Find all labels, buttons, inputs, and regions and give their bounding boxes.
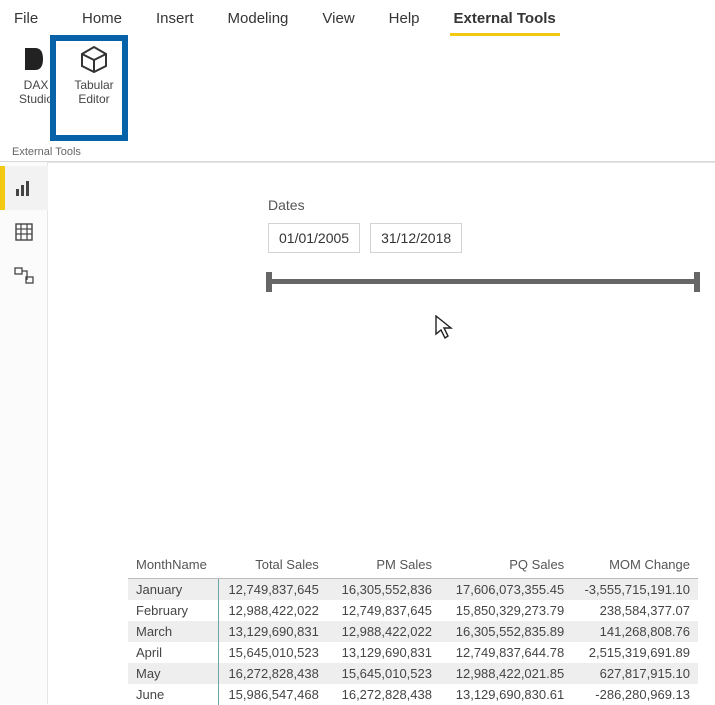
col-total: Total Sales: [218, 551, 326, 579]
table-body: January 12,749,837,645 16,305,552,836 17…: [128, 579, 698, 705]
menubar: File Home Insert Modeling View Help Exte…: [0, 0, 715, 36]
table-row[interactable]: April 15,645,010,523 13,129,690,831 12,7…: [128, 642, 698, 663]
menu-help[interactable]: Help: [375, 2, 434, 35]
date-from-input[interactable]: 01/01/2005: [268, 223, 360, 253]
dax-studio-icon: [19, 42, 53, 76]
cell-mom: 141,268,808.76: [572, 621, 698, 642]
slider-handle-left[interactable]: [266, 272, 272, 292]
col-pm: PM Sales: [327, 551, 440, 579]
cell-mom: 238,584,377.07: [572, 600, 698, 621]
model-view-icon: [14, 267, 34, 285]
tabular-editor-icon: [77, 42, 111, 76]
ribbon-group-external-tools: DAX Studio Tabular Editor: [8, 38, 122, 109]
date-slider[interactable]: [268, 273, 698, 289]
cell-month: June: [128, 684, 218, 705]
cell-pm: 13,129,690,831: [327, 642, 440, 663]
cell-pq: 15,850,329,273.79: [440, 600, 572, 621]
cell-pm: 16,305,552,836: [327, 579, 440, 601]
slicer-title: Dates: [268, 197, 698, 213]
cursor-icon: [435, 315, 455, 344]
report-view-button[interactable]: [0, 166, 48, 210]
sales-table[interactable]: MonthName Total Sales PM Sales PQ Sales …: [128, 551, 698, 705]
data-view-icon: [15, 223, 33, 241]
dax-studio-label-1: DAX: [24, 78, 49, 92]
ribbon-group-label: External Tools: [12, 146, 81, 158]
dax-studio-button[interactable]: DAX Studio: [8, 38, 64, 109]
cell-pq: 12,988,422,021.85: [440, 663, 572, 684]
menu-modeling[interactable]: Modeling: [214, 2, 303, 35]
table-header-row: MonthName Total Sales PM Sales PQ Sales …: [128, 551, 698, 579]
report-view-icon: [15, 179, 33, 197]
table-row[interactable]: March 13,129,690,831 12,988,422,022 16,3…: [128, 621, 698, 642]
cell-month: March: [128, 621, 218, 642]
ribbon: DAX Studio Tabular Editor External Tools: [0, 36, 715, 146]
tabular-editor-button[interactable]: Tabular Editor: [66, 38, 122, 109]
tabular-editor-label-2: Editor: [78, 92, 109, 106]
data-view-button[interactable]: [0, 210, 48, 254]
model-view-button[interactable]: [0, 254, 48, 298]
cell-total: 16,272,828,438: [218, 663, 326, 684]
menu-home[interactable]: Home: [68, 2, 136, 35]
cell-pq: 12,749,837,644.78: [440, 642, 572, 663]
cell-mom: 2,515,319,691.89: [572, 642, 698, 663]
table-row[interactable]: June 15,986,547,468 16,272,828,438 13,12…: [128, 684, 698, 705]
cell-pq: 13,129,690,830.61: [440, 684, 572, 705]
cell-pm: 15,645,010,523: [327, 663, 440, 684]
cell-month: May: [128, 663, 218, 684]
date-range-boxes: 01/01/2005 31/12/2018: [268, 223, 698, 253]
cell-month: February: [128, 600, 218, 621]
slider-bar: [268, 279, 698, 284]
menu-external-tools[interactable]: External Tools: [440, 2, 570, 35]
cell-pm: 12,988,422,022: [327, 621, 440, 642]
date-to-input[interactable]: 31/12/2018: [370, 223, 462, 253]
cell-mom: -286,280,969.13: [572, 684, 698, 705]
table-row[interactable]: February 12,988,422,022 12,749,837,645 1…: [128, 600, 698, 621]
menu-file[interactable]: File: [4, 2, 68, 35]
menu-view[interactable]: View: [308, 2, 368, 35]
cell-month: April: [128, 642, 218, 663]
cell-total: 15,645,010,523: [218, 642, 326, 663]
tabular-editor-label-1: Tabular: [74, 78, 113, 92]
cell-total: 12,988,422,022: [218, 600, 326, 621]
cell-pq: 16,305,552,835.89: [440, 621, 572, 642]
slider-handle-right[interactable]: [694, 272, 700, 292]
cell-month: January: [128, 579, 218, 601]
date-slicer[interactable]: Dates 01/01/2005 31/12/2018: [268, 197, 698, 289]
menu-insert[interactable]: Insert: [142, 2, 208, 35]
col-pq: PQ Sales: [440, 551, 572, 579]
col-month: MonthName: [128, 551, 218, 579]
report-canvas[interactable]: Dates 01/01/2005 31/12/2018 MonthName To…: [48, 162, 715, 704]
view-rail: [0, 162, 48, 704]
cell-total: 13,129,690,831: [218, 621, 326, 642]
cell-pq: 17,606,073,355.45: [440, 579, 572, 601]
workspace: Dates 01/01/2005 31/12/2018 MonthName To…: [0, 162, 715, 704]
ribbon-divider: [126, 41, 127, 141]
dax-studio-label-2: Studio: [19, 92, 53, 106]
cell-mom: -3,555,715,191.10: [572, 579, 698, 601]
cell-mom: 627,817,915.10: [572, 663, 698, 684]
cell-pm: 12,749,837,645: [327, 600, 440, 621]
cell-total: 12,749,837,645: [218, 579, 326, 601]
cell-total: 15,986,547,468: [218, 684, 326, 705]
col-mom: MOM Change: [572, 551, 698, 579]
table-row[interactable]: January 12,749,837,645 16,305,552,836 17…: [128, 579, 698, 601]
table-row[interactable]: May 16,272,828,438 15,645,010,523 12,988…: [128, 663, 698, 684]
cell-pm: 16,272,828,438: [327, 684, 440, 705]
